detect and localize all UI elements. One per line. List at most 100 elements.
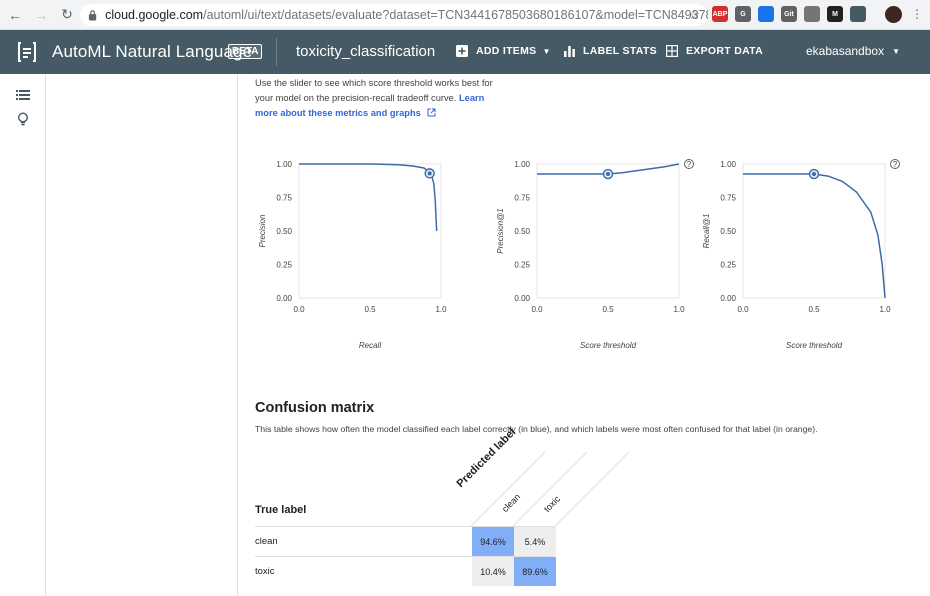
address-bar[interactable]: cloud.google.com /automl/ui/text/dataset… <box>80 4 708 26</box>
y-tick-label: 0.75 <box>276 194 292 203</box>
list-icon[interactable] <box>16 88 30 102</box>
y-tick-label: 0.00 <box>276 294 292 303</box>
export-data-label: EXPORT DATA <box>686 45 763 57</box>
table-icon <box>666 45 678 57</box>
threshold-description: Use the slider to see which score thresh… <box>255 76 505 121</box>
x-axis-label: Recall <box>359 341 381 350</box>
lock-icon <box>88 10 97 21</box>
menu-icon[interactable]: ⋮ <box>911 7 923 21</box>
confusion-cell[interactable]: 10.4% <box>472 557 514 586</box>
beta-badge: BETA <box>228 44 263 59</box>
x-tick-label: 0.0 <box>531 305 543 314</box>
x-tick-label: 1.0 <box>879 305 891 314</box>
y-axis-label: Precision <box>258 214 267 247</box>
profile-avatar[interactable] <box>885 6 902 23</box>
help-icon[interactable]: ? <box>684 159 694 170</box>
y-tick-label: 0.50 <box>720 227 736 236</box>
account-name: ekabasandbox <box>806 44 885 58</box>
recall-threshold-chart: 1.00 0.75 0.50 0.25 0.00 0.0 0.5 1.0 Recall@1 Sco… <box>699 158 900 363</box>
add-items-button[interactable]: ADD ITEMS ▼ <box>456 45 551 57</box>
svg-text:?: ? <box>687 160 692 169</box>
row-label: toxic <box>255 566 275 577</box>
series-line <box>299 163 438 232</box>
add-items-label: ADD ITEMS <box>476 45 537 57</box>
reload-icon[interactable]: ↻ <box>56 4 78 26</box>
y-tick-label: 0.50 <box>276 227 292 236</box>
x-tick-label: 1.0 <box>673 305 685 314</box>
threshold-marker-dot <box>427 171 432 176</box>
precision-recall-svg[interactable]: 1.00 0.75 0.50 0.25 0.000.0 0.5 1.0 Precision Re… <box>255 158 455 358</box>
plot-area <box>742 163 886 299</box>
confusion-cell[interactable]: 5.4% <box>514 527 556 556</box>
threshold-marker-dot <box>812 172 816 177</box>
y-axis-label: Recall@1 <box>702 214 711 249</box>
url-path: /automl/ui/text/datasets/evaluate?datase… <box>203 8 708 22</box>
x-tick-label: 0.5 <box>364 305 376 314</box>
bar-chart-icon <box>564 45 575 57</box>
y-tick-label: 0.75 <box>514 194 530 203</box>
svg-text:?: ? <box>893 160 898 169</box>
back-icon[interactable]: ← <box>4 4 26 26</box>
confusion-row: clean 94.6% 5.4% <box>255 526 556 556</box>
series-line <box>743 173 886 299</box>
dropdown-arrow-icon: ▼ <box>542 46 551 56</box>
x-axis-label: Score threshold <box>580 341 637 350</box>
account-dropdown-icon: ▼ <box>892 46 900 56</box>
adblock-icon[interactable]: ABP <box>712 6 728 22</box>
y-tick-label: 0.25 <box>514 261 530 270</box>
gitzip-icon[interactable]: Git <box>781 6 797 22</box>
x-tick-label: 1.0 <box>435 305 447 314</box>
row-label: clean <box>255 536 278 547</box>
label-stats-button[interactable]: LABEL STATS <box>564 45 657 57</box>
y-tick-label: 0.50 <box>514 227 530 236</box>
g-icon[interactable]: G <box>735 6 751 22</box>
x-axis-label: Score threshold <box>786 341 843 350</box>
picture-icon[interactable] <box>804 6 820 22</box>
evaluate-content: Use the slider to see which score thresh… <box>239 74 930 596</box>
lightbulb-icon[interactable] <box>16 112 30 126</box>
y-axis-label: Precision@1 <box>496 208 505 253</box>
y-tick-label: 0.00 <box>720 294 736 303</box>
precision-threshold-chart: 1.00 0.75 0.50 0.25 0.00 0.0 0.5 1.0 Precision@1… <box>493 158 694 363</box>
url-host: cloud.google.com <box>105 8 204 22</box>
header-divider <box>276 38 277 66</box>
extensions-area: ABP G Git M <box>712 6 866 22</box>
shield-icon[interactable] <box>758 6 774 22</box>
y-tick-label: 0.25 <box>276 261 292 270</box>
confusion-header-lines <box>470 451 630 527</box>
y-tick-label: 1.00 <box>276 160 292 169</box>
y-tick-label: 0.75 <box>720 194 736 203</box>
automl-logo-icon <box>18 42 36 62</box>
browser-toolbar: ← → ↻ cloud.google.com /automl/ui/text/d… <box>0 0 930 30</box>
plot-area <box>536 163 680 299</box>
x-tick-label: 0.5 <box>808 305 820 314</box>
navigation-panel <box>46 74 238 596</box>
help-icon[interactable]: ? <box>890 159 900 170</box>
confusion-cell[interactable]: 94.6% <box>472 527 514 556</box>
bookmark-star-icon[interactable]: ☆ <box>688 7 700 23</box>
confusion-cell[interactable]: 89.6% <box>514 557 556 586</box>
y-tick-label: 1.00 <box>514 160 530 169</box>
description-text: Use the slider to see which score thresh… <box>255 78 493 103</box>
box-icon[interactable] <box>850 6 866 22</box>
y-tick-label: 0.00 <box>514 294 530 303</box>
app-header: AutoML Natural Language BETA toxicity_cl… <box>0 30 930 74</box>
export-data-button[interactable]: EXPORT DATA <box>666 45 763 57</box>
label-stats-label: LABEL STATS <box>583 45 657 57</box>
recall-threshold-svg[interactable]: 1.00 0.75 0.50 0.25 0.000.0 0.5 1.0 Recall@1 Sco… <box>699 158 900 358</box>
plot-area <box>298 163 442 299</box>
account-menu[interactable]: ekabasandbox ▼ <box>806 44 900 58</box>
add-box-icon <box>456 45 468 57</box>
x-tick-label: 0.0 <box>293 305 305 314</box>
y-tick-label: 0.25 <box>720 261 736 270</box>
app-title: AutoML Natural Language <box>52 42 253 61</box>
x-tick-label: 0.0 <box>737 305 749 314</box>
true-label-heading: True label <box>255 504 307 516</box>
forward-icon[interactable]: → <box>30 4 52 26</box>
precision-recall-chart: 1.00 0.75 0.50 0.25 0.00 0.0 0.5 1.0 Precision Re… <box>255 158 455 363</box>
precision-threshold-svg[interactable]: 1.00 0.75 0.50 0.25 0.000.0 0.5 1.0 Precision@1… <box>493 158 694 358</box>
confusion-row: toxic 10.4% 89.6% <box>255 556 556 586</box>
m-icon[interactable]: M <box>827 6 843 22</box>
threshold-marker-dot <box>606 172 610 177</box>
x-tick-label: 0.5 <box>602 305 614 314</box>
